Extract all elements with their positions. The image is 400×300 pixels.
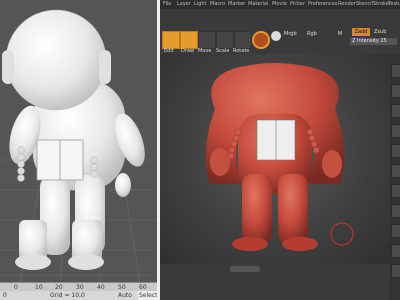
grid-readout: Grid = 10,0: [50, 292, 85, 299]
shelf-button[interactable]: [391, 84, 400, 98]
menu-file[interactable]: File: [163, 0, 171, 9]
shelf-button[interactable]: [391, 224, 400, 238]
shelf-button[interactable]: [391, 204, 400, 218]
shelf-button[interactable]: [391, 104, 400, 118]
rgb-toggle[interactable]: Rgb: [307, 31, 317, 37]
mrgb-toggle[interactable]: Mrgb: [284, 31, 297, 37]
viewport-3d[interactable]: [0, 0, 157, 282]
menu-movie[interactable]: Movie: [272, 0, 287, 9]
zsub-button[interactable]: Zsub: [374, 28, 386, 36]
brush-cursor: [330, 222, 354, 246]
chest-pack: [256, 119, 296, 161]
menu-bar: File Layer Light Macro Marker Material M…: [160, 0, 400, 9]
shelf-button[interactable]: [391, 164, 400, 178]
edit-button[interactable]: [162, 31, 180, 49]
coords-readout: 0: [3, 292, 7, 299]
hose-left: [17, 146, 25, 182]
shelf-button[interactable]: [391, 124, 400, 138]
bottom-shelf-control[interactable]: [230, 266, 260, 272]
menu-preferences[interactable]: Preferences: [308, 0, 337, 9]
menu-texture[interactable]: Texture: [388, 0, 400, 9]
menu-layer[interactable]: Layer: [177, 0, 191, 9]
selected-dropdown[interactable]: Selecte: [138, 291, 157, 300]
chest-pack: [36, 139, 84, 181]
zadd-button[interactable]: Zadd: [352, 28, 370, 36]
right-sculpt-window: File Layer Light Macro Marker Material M…: [160, 0, 400, 300]
color-swatch-icon[interactable]: [271, 31, 281, 41]
scale-button[interactable]: [216, 31, 234, 49]
menu-stencil[interactable]: Stencil: [356, 0, 373, 9]
clay-model[interactable]: [160, 54, 390, 264]
menu-material[interactable]: Material: [248, 0, 268, 9]
auto-key-button[interactable]: Auto: [118, 291, 132, 300]
menu-render[interactable]: Render: [338, 0, 356, 9]
right-shelf: [390, 54, 400, 300]
top-shelf: Edit Draw Move Scale Rotate Mrgb Rgb M Z…: [160, 9, 400, 54]
rotate-button[interactable]: [234, 31, 252, 49]
draw-button[interactable]: [180, 31, 198, 49]
hose-right: [90, 156, 98, 178]
m-toggle[interactable]: M: [338, 31, 342, 37]
shelf-button[interactable]: [391, 264, 400, 278]
menu-stroke[interactable]: Stroke: [373, 0, 389, 9]
shelf-button[interactable]: [391, 144, 400, 158]
move-button[interactable]: [198, 31, 216, 49]
sculpt-canvas[interactable]: [160, 54, 390, 264]
material-sphere-icon[interactable]: [252, 31, 270, 49]
shelf-button[interactable]: [391, 64, 400, 78]
shelf-button[interactable]: [391, 184, 400, 198]
status-bar: 0 Grid = 10,0 Auto Selecte: [0, 291, 157, 300]
menu-picker[interactable]: Picker: [290, 0, 305, 9]
menu-macro[interactable]: Macro: [210, 0, 225, 9]
bottom-shelf: [160, 264, 390, 300]
z-intensity-slider[interactable]: Z Intensity 25: [350, 38, 397, 45]
menu-marker[interactable]: Marker: [228, 0, 245, 9]
menu-light[interactable]: Light: [194, 0, 206, 9]
left-3d-window: 0 10 20 30 40 50 60 0 Grid = 10,0 Auto S…: [0, 0, 157, 300]
astronaut-model[interactable]: [2, 9, 151, 270]
shelf-button[interactable]: [391, 244, 400, 258]
